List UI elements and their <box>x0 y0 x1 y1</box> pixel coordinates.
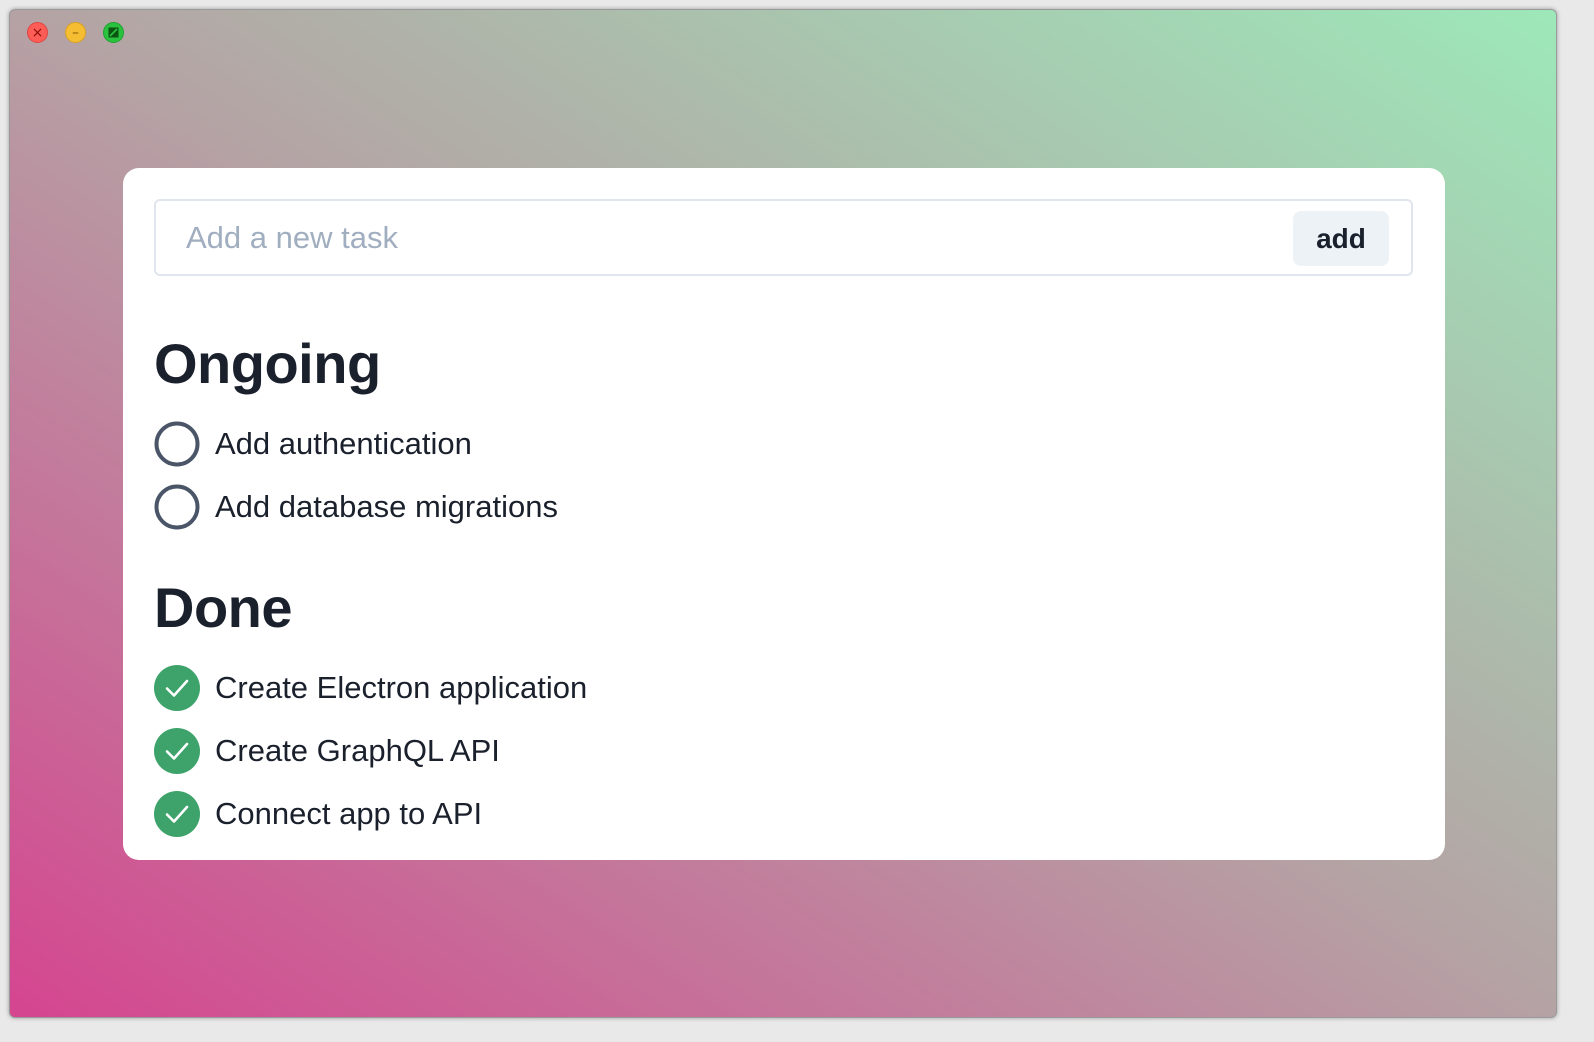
maximize-icon[interactable] <box>103 22 124 43</box>
add-task-button[interactable]: add <box>1293 211 1389 266</box>
todo-card: add Ongoing Add authentication Add datab… <box>123 168 1445 860</box>
done-heading: Done <box>154 576 293 639</box>
done-task-list: Create Electron application Create Graph… <box>154 656 587 845</box>
unchecked-circle-icon[interactable] <box>154 421 200 467</box>
list-item: Add authentication <box>154 412 558 475</box>
ongoing-heading: Ongoing <box>154 332 381 395</box>
list-item: Create GraphQL API <box>154 719 587 782</box>
task-label: Connect app to API <box>215 795 483 831</box>
expand-arrows-icon <box>108 27 119 38</box>
new-task-form: add <box>154 199 1413 276</box>
task-label: Add database migrations <box>215 488 558 524</box>
minimize-icon[interactable]: – <box>65 22 86 43</box>
task-label: Create GraphQL API <box>215 732 500 768</box>
close-icon[interactable]: × <box>27 22 48 43</box>
check-circle-icon[interactable] <box>154 727 200 774</box>
unchecked-circle-icon[interactable] <box>154 484 200 530</box>
check-circle-icon[interactable] <box>154 664 200 711</box>
ongoing-task-list: Add authentication Add database migratio… <box>154 412 558 538</box>
list-item: Add database migrations <box>154 475 558 538</box>
task-label: Add authentication <box>215 425 472 461</box>
check-circle-icon[interactable] <box>154 790 200 837</box>
app-window: × – add Ongoing Add authentication <box>9 9 1557 1018</box>
list-item: Create Electron application <box>154 656 587 719</box>
window-controls: × – <box>27 22 124 43</box>
list-item: Connect app to API <box>154 782 587 845</box>
new-task-input[interactable] <box>186 201 1266 274</box>
task-label: Create Electron application <box>215 669 588 705</box>
